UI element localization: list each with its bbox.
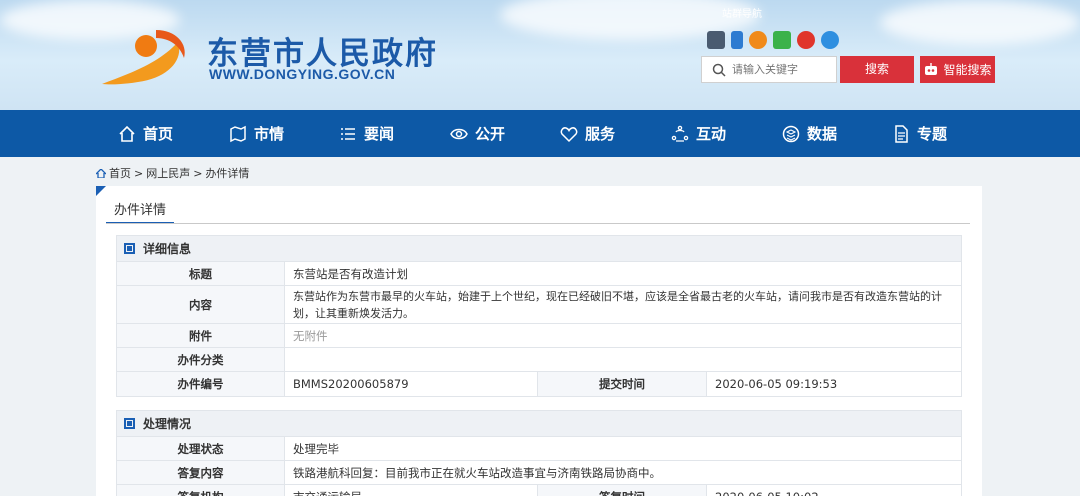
field-value: 2020-06-05 09:19:53 [715, 377, 838, 391]
weibo-icon[interactable] [797, 31, 815, 49]
field-value: BMMS20200605879 [293, 377, 409, 391]
section-icon [124, 418, 135, 429]
process-row-reply: 答复内容 铁路港航科回复：目前我市正在就火车站改造事宜与济南铁路局协商中。 [117, 461, 961, 485]
document-icon [895, 124, 908, 143]
cloud-icon[interactable] [821, 31, 839, 49]
divider [106, 223, 970, 224]
field-label: 提交时间 [537, 372, 707, 396]
detail-row-category: 办件分类 [117, 348, 961, 372]
detail-section: 详细信息 标题 东营站是否有改造计划 内容 东营站作为东营市最早的火车站，始建于… [116, 235, 962, 397]
field-label: 附件 [117, 324, 285, 347]
map-icon [230, 125, 246, 142]
nav-label: 专题 [917, 125, 948, 143]
field-value: 东营站作为东营市最早的火车站，始建于上个世纪，现在已经破旧不堪，应该是全省最古老… [285, 286, 961, 323]
site-header: 东营市人民政府 WWW.DONGYING.GOV.CN 站群导航 搜索 智能搜索 [0, 0, 1080, 110]
field-label: 处理状态 [117, 437, 285, 460]
breadcrumb: 首页 > 网上民声 > 办件详情 [96, 165, 249, 181]
app-icon[interactable] [749, 31, 767, 49]
nav-label: 互动 [696, 125, 727, 143]
field-value: 铁路港航科回复：目前我市正在就火车站改造事宜与济南铁路局协商中。 [293, 465, 661, 480]
logo-icon[interactable] [98, 24, 190, 88]
nav-label: 首页 [143, 125, 174, 143]
nav-item-data[interactable]: 数据 [782, 110, 837, 157]
section-icon [124, 243, 135, 254]
site-url[interactable]: WWW.DONGYING.GOV.CN [209, 66, 395, 82]
cloud-decoration [880, 0, 1080, 45]
section-title: 详细信息 [143, 242, 192, 256]
site-group-nav-link[interactable]: 站群导航 [722, 5, 762, 20]
field-value [285, 348, 961, 371]
breadcrumb-separator: > [134, 166, 144, 180]
detail-row-number: 办件编号 BMMS20200605879 提交时间 2020-06-05 09:… [117, 372, 961, 396]
detail-row-content: 内容 东营站作为东营市最早的火车站，始建于上个世纪，现在已经破旧不堪，应该是全省… [117, 286, 961, 324]
process-row-org: 答复机构 市交通运输局 答复时间 2020-06-05 10:02 [117, 485, 961, 496]
chat-icon [671, 125, 689, 142]
nav-label: 要闻 [364, 125, 395, 143]
field-label: 内容 [117, 286, 285, 323]
barrier-free-icon[interactable] [707, 31, 725, 49]
content-line: 划，让其重新焕发活力。 [293, 306, 414, 320]
field-label: 答复机构 [117, 485, 285, 496]
search-input[interactable] [732, 63, 828, 76]
field-label: 办件编号 [117, 372, 285, 396]
data-icon [782, 125, 800, 142]
search-button[interactable]: 搜索 [840, 56, 914, 83]
mobile-icon[interactable] [731, 31, 743, 49]
main-navbar: 首页 市情 要闻 公开 服务 互动 数据 专题 [0, 110, 1080, 157]
process-section: 处理情况 处理状态 处理完毕 答复内容 铁路港航科回复：目前我市正在就火车站改造… [116, 410, 962, 496]
detail-row-attachment: 附件 无附件 [117, 324, 961, 348]
section-header: 处理情况 [117, 411, 961, 437]
detail-row-title: 标题 东营站是否有改造计划 [117, 262, 961, 286]
field-label: 标题 [117, 262, 285, 285]
nav-item-home[interactable]: 首页 [118, 110, 173, 157]
content-panel: 办件详情 详细信息 标题 东营站是否有改造计划 内容 东营站作为东营市最早的火车… [96, 186, 982, 496]
field-value: 2020-06-05 10:02 [707, 485, 961, 496]
wechat-icon[interactable] [773, 31, 791, 49]
nav-item-city[interactable]: 市情 [229, 110, 284, 157]
nav-item-news[interactable]: 要闻 [339, 110, 394, 157]
smart-search-button[interactable]: 智能搜索 [920, 56, 995, 83]
corner-marker [96, 186, 106, 196]
smart-search-label: 智能搜索 [943, 63, 992, 77]
process-row-status: 处理状态 处理完毕 [117, 437, 961, 461]
breadcrumb-current: 办件详情 [205, 167, 250, 180]
search-icon [712, 63, 726, 77]
nav-label: 数据 [807, 125, 838, 143]
field-label: 答复时间 [537, 485, 707, 496]
nav-label: 公开 [475, 125, 506, 143]
section-header: 详细信息 [117, 236, 961, 262]
social-icons [707, 31, 839, 49]
breadcrumb-separator: > [193, 166, 203, 180]
field-value: 市交通运输局 [285, 485, 537, 496]
heart-icon [560, 126, 578, 142]
nav-item-public[interactable]: 公开 [450, 110, 505, 157]
nav-label: 服务 [585, 125, 616, 143]
field-label: 答复内容 [117, 461, 285, 484]
nav-item-service[interactable]: 服务 [560, 110, 615, 157]
content-line: 东营站作为东营市最早的火车站，始建于上个世纪，现在已经破旧不堪，应该是全省最古老… [293, 289, 942, 303]
field-value: 处理完毕 [293, 441, 339, 456]
robot-icon [925, 62, 938, 75]
breadcrumb-online-voice[interactable]: 网上民声 [146, 165, 190, 181]
field-value: 东营站是否有改造计划 [293, 266, 408, 281]
field-label: 办件分类 [117, 348, 285, 371]
breadcrumb-home[interactable]: 首页 [109, 165, 131, 181]
section-title: 处理情况 [143, 417, 192, 431]
home-icon [119, 125, 135, 142]
search-box [701, 56, 837, 83]
eye-icon [450, 128, 468, 139]
list-icon [341, 127, 355, 140]
home-icon [96, 168, 106, 178]
field-value: 无附件 [293, 328, 328, 343]
nav-item-topics[interactable]: 专题 [892, 110, 947, 157]
nav-item-interact[interactable]: 互动 [671, 110, 726, 157]
nav-label: 市情 [254, 125, 285, 143]
tab-detail[interactable]: 办件详情 [106, 200, 175, 224]
